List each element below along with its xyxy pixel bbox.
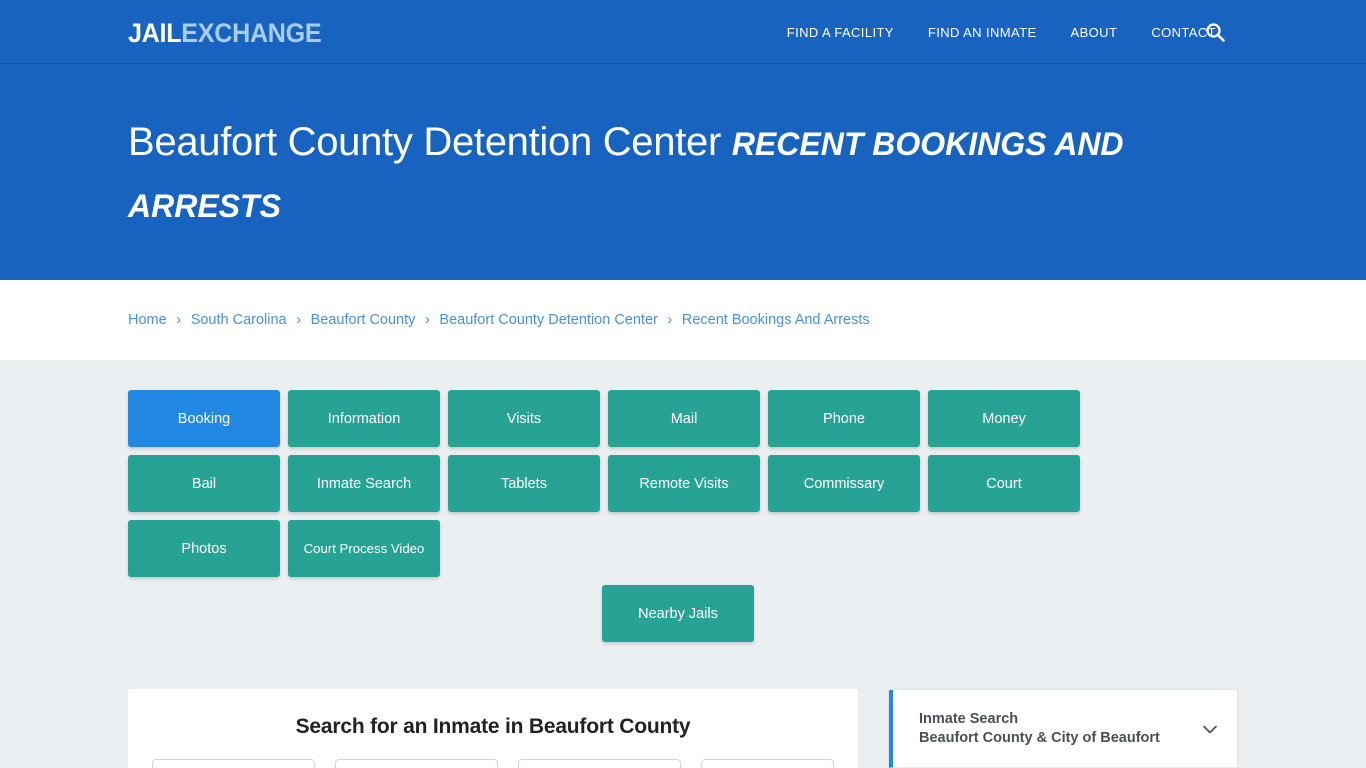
site-logo[interactable]: JAILEXCHANGE — [128, 17, 322, 49]
tab-commissary[interactable]: Commissary — [768, 455, 920, 512]
search-card-title: Search for an Inmate in Beaufort County — [295, 715, 691, 738]
content-columns: Search for an Inmate in Beaufort County … — [128, 689, 1238, 768]
last-name-input[interactable] — [335, 759, 498, 768]
chevron-down-icon[interactable] — [1199, 718, 1221, 740]
page-body: Booking Information Visits Mail Phone Mo… — [0, 360, 1366, 768]
breadcrumb-item-south-carolina[interactable]: South Carolina — [191, 312, 287, 328]
tab-photos[interactable]: Photos — [128, 520, 280, 577]
accordion-item-label: Inmate Search Beaufort County & City of … — [919, 710, 1189, 748]
page-title-facility: Beaufort County Detention Center — [128, 120, 721, 164]
tab-booking[interactable]: Booking — [128, 390, 280, 447]
logo-text-primary: JAIL — [128, 18, 182, 48]
age-input[interactable] — [518, 759, 681, 768]
tab-information[interactable]: Information — [288, 390, 440, 447]
tab-court-process-video[interactable]: Court Process Video — [288, 520, 440, 577]
nav-item-about[interactable]: ABOUT — [1071, 25, 1118, 40]
chevron-right-icon: › — [296, 312, 302, 328]
site-header: JAILEXCHANGE FIND A FACILITY FIND AN INM… — [0, 0, 1366, 64]
inmate-search-card: Search for an Inmate in Beaufort County … — [128, 689, 858, 768]
tab-remote-visits[interactable]: Remote Visits — [608, 455, 760, 512]
breadcrumb-item-home[interactable]: Home — [128, 312, 167, 328]
accordion-item-line2: Beaufort County & City of Beaufort — [919, 729, 1160, 746]
logo-text-secondary: EXCHANGE — [181, 18, 322, 48]
accordion-item-line1: Inmate Search — [919, 710, 1019, 727]
nav-item-find-an-inmate[interactable]: FIND AN INMATE — [928, 25, 1037, 40]
tab-mail[interactable]: Mail — [608, 390, 760, 447]
sidebar-accordion: Inmate Search Beaufort County & City of … — [888, 689, 1238, 768]
breadcrumb-item-detention-center[interactable]: Beaufort County Detention Center — [439, 312, 657, 328]
breadcrumb-item-beaufort-county[interactable]: Beaufort County — [311, 312, 416, 328]
tab-visits[interactable]: Visits — [448, 390, 600, 447]
main-navigation: FIND A FACILITY FIND AN INMATE ABOUT CON… — [787, 0, 1216, 64]
facility-tab-row-last: Nearby Jails — [128, 585, 1228, 642]
nav-item-find-a-facility[interactable]: FIND A FACILITY — [787, 25, 894, 40]
race-select[interactable]: Race — [701, 759, 834, 768]
chevron-right-icon: › — [176, 312, 182, 328]
chevron-right-icon: › — [667, 312, 673, 328]
chevron-right-icon: › — [424, 312, 430, 328]
tab-tablets[interactable]: Tablets — [448, 455, 600, 512]
search-icon[interactable] — [1204, 21, 1226, 43]
search-form-row: Race — [152, 759, 834, 768]
tab-bail[interactable]: Bail — [128, 455, 280, 512]
facility-tab-grid: Booking Information Visits Mail Phone Mo… — [128, 390, 1228, 577]
breadcrumb-item-recent-bookings[interactable]: Recent Bookings And Arrests — [682, 312, 870, 328]
tab-court[interactable]: Court — [928, 455, 1080, 512]
hero-banner: Beaufort County Detention Center RECENT … — [0, 64, 1366, 280]
page-title: Beaufort County Detention Center RECENT … — [128, 112, 1238, 236]
tab-inmate-search[interactable]: Inmate Search — [288, 455, 440, 512]
first-name-input[interactable] — [152, 759, 315, 768]
breadcrumb-band: Home › South Carolina › Beaufort County … — [0, 280, 1366, 360]
accordion-item-inmate-search-county[interactable]: Inmate Search Beaufort County & City of … — [889, 690, 1237, 768]
tab-phone[interactable]: Phone — [768, 390, 920, 447]
breadcrumb: Home › South Carolina › Beaufort County … — [128, 312, 870, 328]
tab-money[interactable]: Money — [928, 390, 1080, 447]
tab-nearby-jails[interactable]: Nearby Jails — [602, 585, 754, 642]
